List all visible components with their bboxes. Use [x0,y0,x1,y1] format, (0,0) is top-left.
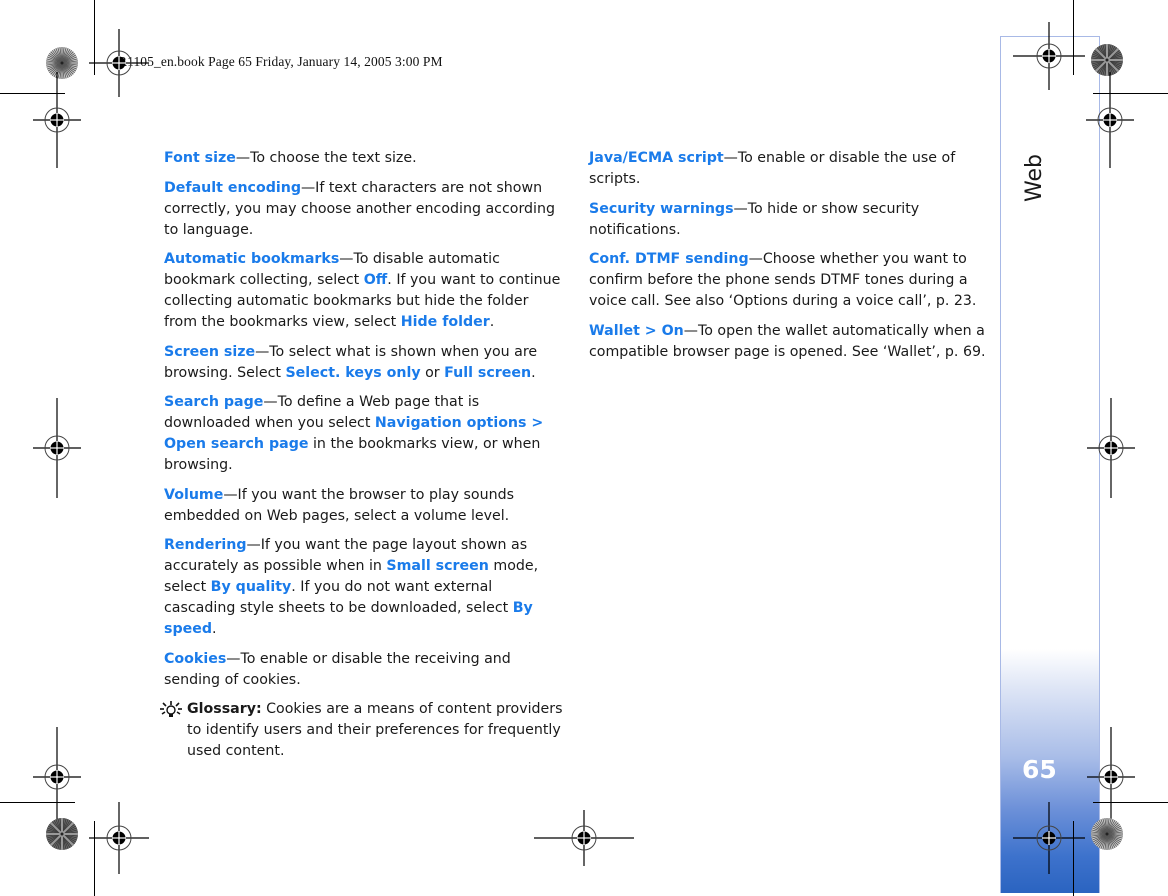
crosshair-registration-icon [1087,727,1135,827]
crosshair-registration-icon [1087,398,1135,498]
setting-keyword: Search page [164,394,264,410]
crosshair-registration-icon [1086,72,1134,168]
setting-text: . [531,364,536,381]
setting-description: Java/ECMA script—To enable or disable th… [589,148,989,190]
setting-keyword: Automatic bookmarks [164,251,340,267]
crosshair-registration-icon [1013,22,1085,90]
left-column: Font size—To choose the text size. Defaul… [160,148,564,771]
setting-keyword: Screen size [164,343,256,360]
setting-keyword: Hide folder [400,314,490,330]
page-number: 65 [1022,755,1057,784]
setting-text: . [212,621,217,637]
setting-keyword: Small screen [386,558,489,574]
crosshair-registration-icon [89,29,149,97]
crosshair-registration-icon [1013,802,1085,874]
setting-description: Security warnings—To hide or show securi… [589,199,989,241]
setting-keyword: Select. keys only [285,364,421,381]
setting-description: Cookies—To enable or disable the receivi… [164,649,564,691]
setting-keyword: By quality [210,579,292,595]
lightbulb-icon [160,701,182,717]
crosshair-registration-icon [33,398,81,498]
crop-mark-line [0,802,75,803]
section-title-text: Web [1022,154,1047,202]
setting-description: Conf. DTMF sending—Choose whether you wa… [589,249,989,312]
crosshair-registration-icon [89,802,149,874]
crosshair-registration-icon [33,72,81,168]
glossary-note: Glossary: Cookies are a means of content… [160,699,564,762]
right-column: Java/ECMA script—To enable or disable th… [589,148,989,371]
crop-mark-line [1073,0,1074,75]
setting-keyword: Security warnings [589,200,734,217]
setting-description: Wallet > On—To open the wallet automatic… [589,321,989,363]
setting-keyword: Volume [164,486,224,503]
setting-text: —To choose the text size. [235,150,417,166]
setting-text: . [489,314,495,330]
setting-keyword: Full screen [444,364,532,381]
section-title: Web [1022,150,1062,210]
color-wheel-icon [46,818,78,850]
setting-description: Font size—To choose the text size. [164,148,564,169]
setting-keyword: Conf. DTMF sending [589,251,749,267]
crop-mark-line [1093,802,1168,803]
setting-keyword: Default encoding [164,179,301,196]
setting-keyword: Wallet > On [589,322,684,339]
color-wheel-icon [1091,818,1123,850]
glossary-label: Glossary: [187,701,262,717]
setting-keyword: Font size [164,150,236,166]
crosshair-registration-icon [534,810,634,866]
setting-keyword: Cookies [164,650,227,667]
setting-description: Automatic bookmarks—To disable automatic… [164,249,564,333]
setting-keyword: Java/ECMA script [589,150,724,166]
setting-description: Volume—If you want the browser to play s… [164,485,564,527]
right-paragraphs: Java/ECMA script—To enable or disable th… [589,148,989,363]
crosshair-registration-icon [33,727,81,827]
setting-keyword: Off [363,272,388,288]
setting-description: Screen size—To select what is shown when… [164,342,564,384]
setting-description: Default encoding—If text characters are … [164,178,564,241]
print-info-header: R1105_en.book Page 65 Friday, January 14… [118,54,443,69]
left-paragraphs: Font size—To choose the text size. Defaul… [164,148,564,691]
setting-description: Search page—To define a Web page that is… [164,392,564,476]
setting-keyword: Rendering [164,537,247,553]
setting-text: or [420,364,445,381]
setting-description: Rendering—If you want the page layout sh… [164,535,564,640]
